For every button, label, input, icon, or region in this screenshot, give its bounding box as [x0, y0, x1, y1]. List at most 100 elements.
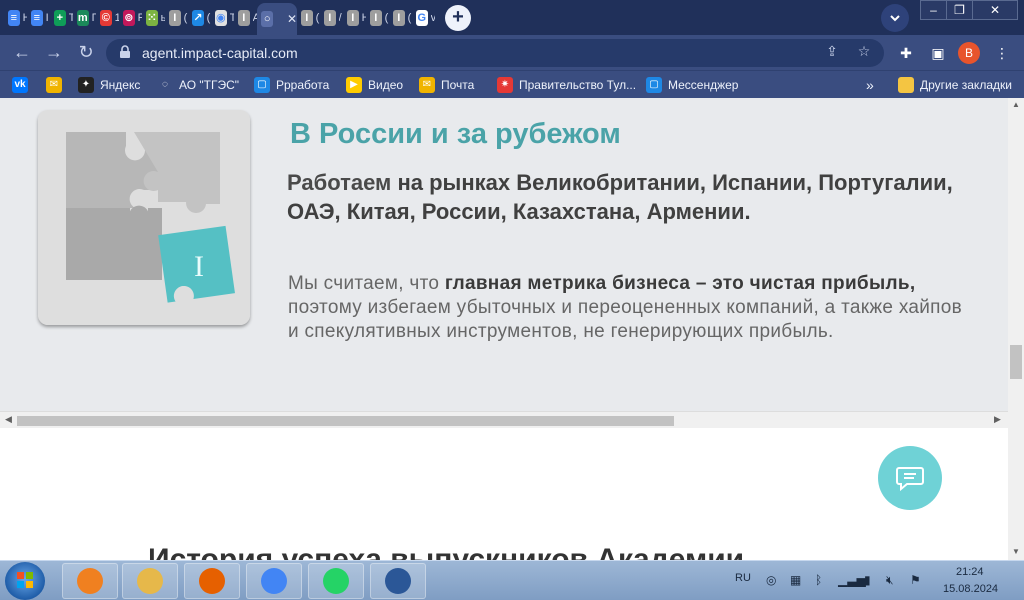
horizontal-scroll-thumb[interactable] [17, 416, 674, 426]
tab-15[interactable]: I( [366, 4, 389, 32]
battery-icon[interactable]: ▮ [864, 573, 871, 587]
vertical-scrollbar[interactable]: ▲ ▼ [1008, 98, 1024, 560]
taskbar-item-5[interactable] [370, 563, 426, 599]
bookmark-3[interactable]: ◌ АО "ТГЭС" [157, 76, 239, 94]
vk-icon: vk [12, 77, 28, 93]
volume-muted-icon[interactable]: 🔇︎ [886, 573, 894, 588]
taskbar-item-0[interactable] [62, 563, 118, 599]
extensions-icon[interactable]: ✚ [896, 43, 916, 63]
bluetooth-icon[interactable]: ᛒ [815, 573, 822, 587]
loading-icon: ○ [261, 11, 274, 27]
bookmarks-bar: vk ✉ ✦ Яндекс ◌ АО "ТГЭС" ▢ Ррработа ▶ Видео ✉ Почт… [0, 70, 1024, 98]
tab-2[interactable]: + Т [50, 4, 73, 32]
network-tray-icon[interactable]: ▦ [790, 573, 801, 587]
other-bookmarks-folder[interactable]: Другие закладки [898, 76, 1012, 94]
chrome-tray-icon[interactable]: ◎ [766, 573, 776, 587]
impact-icon: I [169, 9, 181, 26]
impact-icon: I [238, 9, 250, 26]
tab-12[interactable]: I( [297, 4, 320, 32]
chat-bubble-icon [896, 467, 924, 491]
grid-icon: ⁙ [146, 9, 158, 26]
chat-widget-button[interactable] [878, 446, 942, 510]
media-player-icon [77, 568, 103, 594]
tab-1[interactable]: ≡ I [27, 4, 50, 32]
tab-16[interactable]: I( [389, 4, 412, 32]
m-icon: m [77, 9, 89, 26]
clock-time[interactable]: 21:24 [956, 566, 984, 578]
bookmark-label: Мессенджер [668, 78, 739, 92]
flag-icon[interactable]: ⚑ [910, 573, 921, 587]
signal-icon[interactable]: ▁▃▅ [838, 573, 866, 587]
clock-date[interactable]: 15.08.2024 [943, 583, 998, 595]
folder-icon [898, 77, 914, 93]
bookmark-6[interactable]: ✉ Почта [419, 76, 474, 94]
tab-13[interactable]: I / [320, 4, 343, 32]
ao-icon: ◌ [157, 77, 173, 93]
bookmark-label: Правительство Тул... [519, 78, 637, 92]
share-icon[interactable]: ⇪ [822, 43, 842, 63]
tab-3[interactable]: mГ [73, 4, 96, 32]
menu-kebab-icon[interactable]: ⋮ [992, 43, 1012, 63]
bookmark-8[interactable]: ▢ Мессенджер [646, 76, 738, 94]
tab-title: v [430, 11, 435, 24]
bookmark-4[interactable]: ▢ Ррработа [254, 76, 329, 94]
forward-button[interactable]: → [42, 41, 66, 65]
docs-icon: ≡ [31, 9, 43, 26]
tab-7[interactable]: I( [165, 4, 188, 32]
page-viewport: I В России и за рубежом Работаем на рынк… [0, 98, 1008, 560]
yandex-icon: ✦ [78, 77, 94, 93]
tab-10[interactable]: IА [234, 4, 257, 32]
close-tab-icon[interactable]: ✕ [287, 12, 297, 26]
minimize-button[interactable]: – [920, 0, 947, 20]
impact-icon: I [324, 9, 336, 26]
new-tab-button[interactable]: + [445, 4, 471, 31]
scroll-right-icon[interactable]: ▶ [994, 414, 1001, 425]
tab-search-button[interactable] [881, 4, 909, 32]
impact-icon: I [370, 9, 382, 26]
taskbar-item-2[interactable] [184, 563, 240, 599]
scroll-up-icon[interactable]: ▲ [1012, 100, 1020, 109]
scroll-left-icon[interactable]: ◀ [5, 414, 12, 425]
bookmark-1[interactable]: ✉ [46, 76, 68, 94]
scroll-down-icon[interactable]: ▼ [1012, 547, 1020, 556]
start-button[interactable] [5, 562, 45, 600]
maximize-button[interactable]: ❐ [946, 0, 973, 20]
tab-6[interactable]: ⁙ ь [142, 4, 165, 32]
body-bold: главная метрика бизнеса – это чистая при… [444, 273, 916, 294]
taskbar-item-1[interactable] [122, 563, 178, 599]
reload-button[interactable]: ↻ [74, 41, 98, 65]
tab-9[interactable]: ◉ Т [211, 4, 234, 32]
language-indicator[interactable]: RU [735, 572, 751, 584]
tab-17[interactable]: Gv [412, 4, 435, 32]
tab-4[interactable]: © 1 [96, 4, 119, 32]
mail-icon: ✉ [46, 77, 62, 93]
address-bar[interactable]: agent.impact-capital.com ⇪ ☆ [106, 39, 884, 67]
body-prefix: Мы считаем, что [288, 273, 445, 294]
side-panel-icon[interactable]: ▣ [928, 43, 948, 63]
opera-icon: ⊚ [123, 9, 135, 26]
sheets-icon: + [54, 9, 66, 26]
taskbar-item-4[interactable] [308, 563, 364, 599]
tab-5[interactable]: ⊚ Р [119, 4, 142, 32]
back-button[interactable]: ← [10, 41, 34, 65]
horizontal-scrollbar[interactable]: ◀ ▶ [0, 411, 1008, 428]
taskbar-item-3[interactable] [246, 563, 302, 599]
chart-icon: ↗ [192, 9, 204, 26]
profile-avatar[interactable]: В [958, 42, 980, 64]
tab-11[interactable]: ○ ✕ [257, 3, 297, 35]
bookmark-star-icon[interactable]: ☆ [854, 43, 874, 63]
bookmark-0[interactable]: vk [12, 76, 34, 94]
vertical-scroll-thumb[interactable] [1010, 345, 1022, 379]
bookmark-5[interactable]: ▶ Видео [346, 76, 403, 94]
windows-logo-icon [17, 572, 33, 588]
bookmark-2[interactable]: ✦ Яндекс [78, 76, 140, 94]
tab-0[interactable]: ≡ Н [4, 4, 27, 32]
close-window-button[interactable]: ✕ [972, 0, 1018, 20]
bookmark-7[interactable]: ✷ Правительство Тул... [497, 76, 636, 94]
tab-8[interactable]: ↗( [188, 4, 211, 32]
tab-strip: ≡ Н ≡ I + Тm Г © 1 ⊚ Р ⁙ ь I(↗(◉ Т I А ○ ✕ I(I / I Н I(I(Gv + –… [0, 0, 1024, 35]
impact-icon: I [301, 9, 313, 26]
more-bookmarks-button[interactable]: » [866, 76, 874, 94]
tab-14[interactable]: IН [343, 4, 366, 32]
puzzle-letter: I [194, 250, 204, 283]
